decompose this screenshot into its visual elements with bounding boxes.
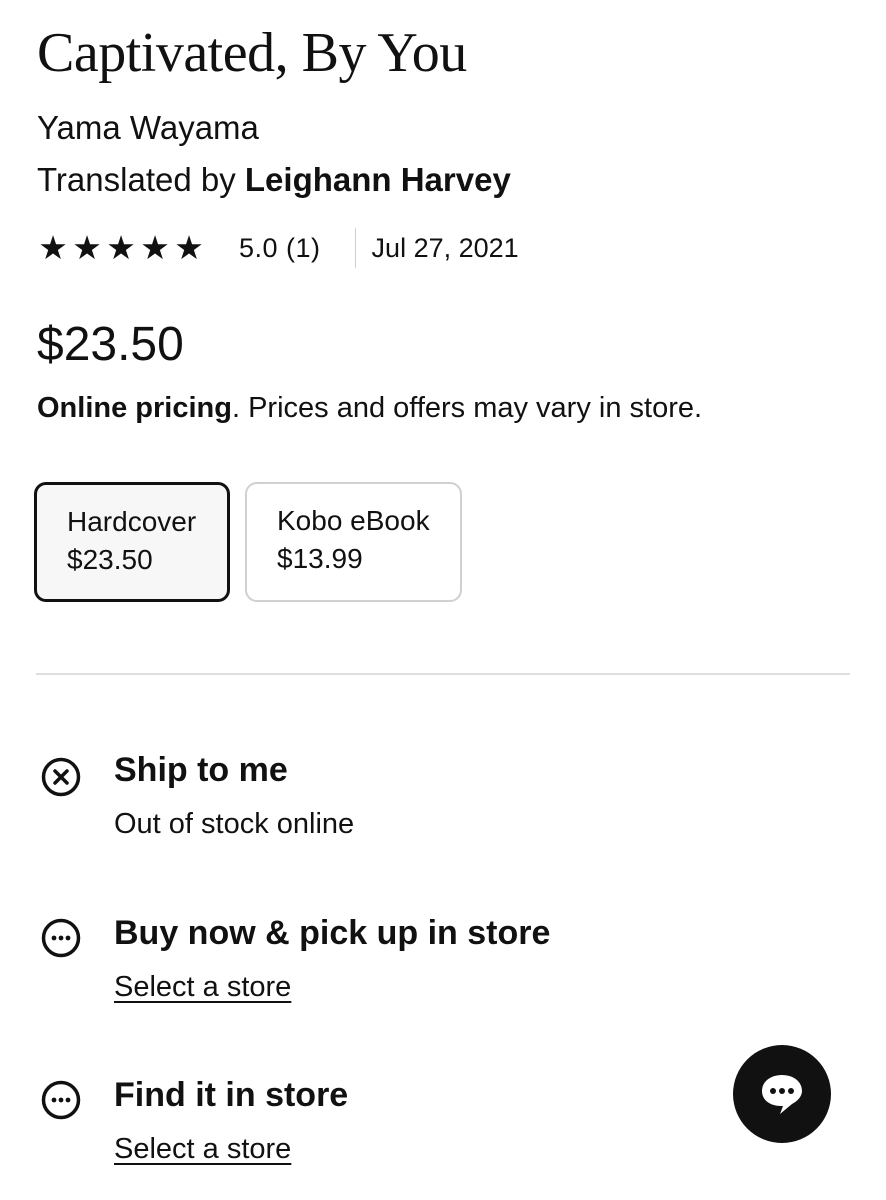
- translator-line: Translated by Leighann Harvey: [37, 160, 511, 200]
- translator-link[interactable]: Leighann Harvey: [245, 161, 511, 198]
- star-rating[interactable]: ★ ★ ★ ★ ★: [37, 228, 205, 268]
- format-label: Hardcover: [67, 506, 197, 537]
- star-icon: ★: [72, 229, 102, 266]
- format-price: $13.99: [277, 543, 363, 574]
- star-icon: ★: [174, 229, 204, 266]
- book-title: Captivated, By You: [37, 22, 467, 84]
- rating-score[interactable]: 5.0 (1): [239, 233, 321, 264]
- fulfillment-find-in-store[interactable]: Find it in store Select a store: [40, 1073, 740, 1173]
- format-option-hardcover[interactable]: Hardcover $23.50: [34, 482, 230, 602]
- rating-row: ★ ★ ★ ★ ★ 5.0 (1) Jul 27, 2021: [37, 226, 519, 270]
- chat-button[interactable]: [733, 1045, 831, 1143]
- select-store-link[interactable]: Select a store: [114, 969, 291, 1005]
- format-price: $23.50: [67, 544, 153, 575]
- translated-by-label: Translated by: [37, 161, 245, 198]
- pricing-note-text: . Prices and offers may vary in store.: [231, 392, 703, 424]
- option-title: Buy now & pick up in store: [114, 914, 551, 952]
- star-icon: ★: [140, 229, 170, 266]
- section-divider: [36, 673, 850, 675]
- format-label: Kobo eBook: [277, 505, 430, 536]
- format-option-kobo-ebook[interactable]: Kobo eBook $13.99: [245, 482, 462, 602]
- option-title: Find it in store: [114, 1076, 349, 1114]
- publish-date: Jul 27, 2021: [371, 232, 519, 263]
- ellipsis-circle-icon: [41, 1080, 81, 1120]
- pricing-note-label: Online pricing: [37, 392, 232, 424]
- x-circle-icon: [41, 757, 81, 797]
- fulfillment-pick-up-in-store[interactable]: Buy now & pick up in store Select a stor…: [40, 911, 740, 1011]
- star-icon: ★: [38, 229, 68, 266]
- price: $23.50: [37, 318, 184, 371]
- star-icon: ★: [106, 229, 136, 266]
- chat-bubble-icon: [762, 1075, 802, 1114]
- option-title: Ship to me: [114, 751, 288, 789]
- rating-divider: [354, 228, 356, 268]
- fulfillment-ship-to-me[interactable]: Ship to me Out of stock online: [40, 748, 740, 848]
- option-subtitle: Out of stock online: [114, 808, 355, 840]
- pricing-note: Online pricing. Prices and offers may va…: [37, 390, 702, 426]
- select-store-link[interactable]: Select a store: [114, 1131, 291, 1167]
- ellipsis-circle-icon: [41, 918, 81, 958]
- author-link[interactable]: Yama Wayama: [37, 108, 259, 148]
